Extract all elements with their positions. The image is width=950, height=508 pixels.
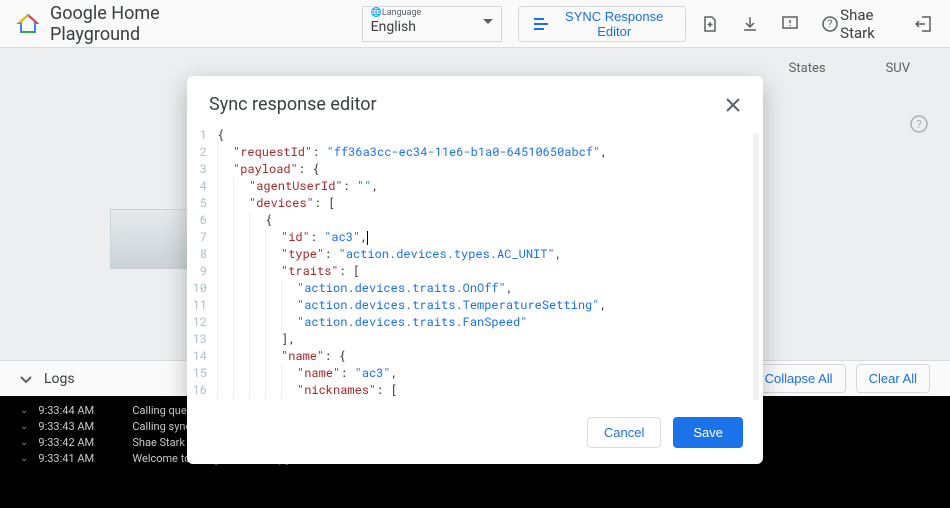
modal-title: Sync response editor xyxy=(209,94,377,115)
close-icon[interactable] xyxy=(725,97,741,113)
modal-footer: Cancel Save xyxy=(187,405,763,464)
code-editor[interactable]: 1{2"requestId": "ff36a3cc-ec34-11e6-b1a0… xyxy=(187,127,763,405)
cancel-button[interactable]: Cancel xyxy=(587,417,661,448)
modal-header: Sync response editor xyxy=(187,76,763,127)
sync-response-modal: Sync response editor 1{2"requestId": "ff… xyxy=(187,76,763,464)
modal-overlay: Sync response editor 1{2"requestId": "ff… xyxy=(0,0,950,508)
save-button[interactable]: Save xyxy=(673,417,743,448)
